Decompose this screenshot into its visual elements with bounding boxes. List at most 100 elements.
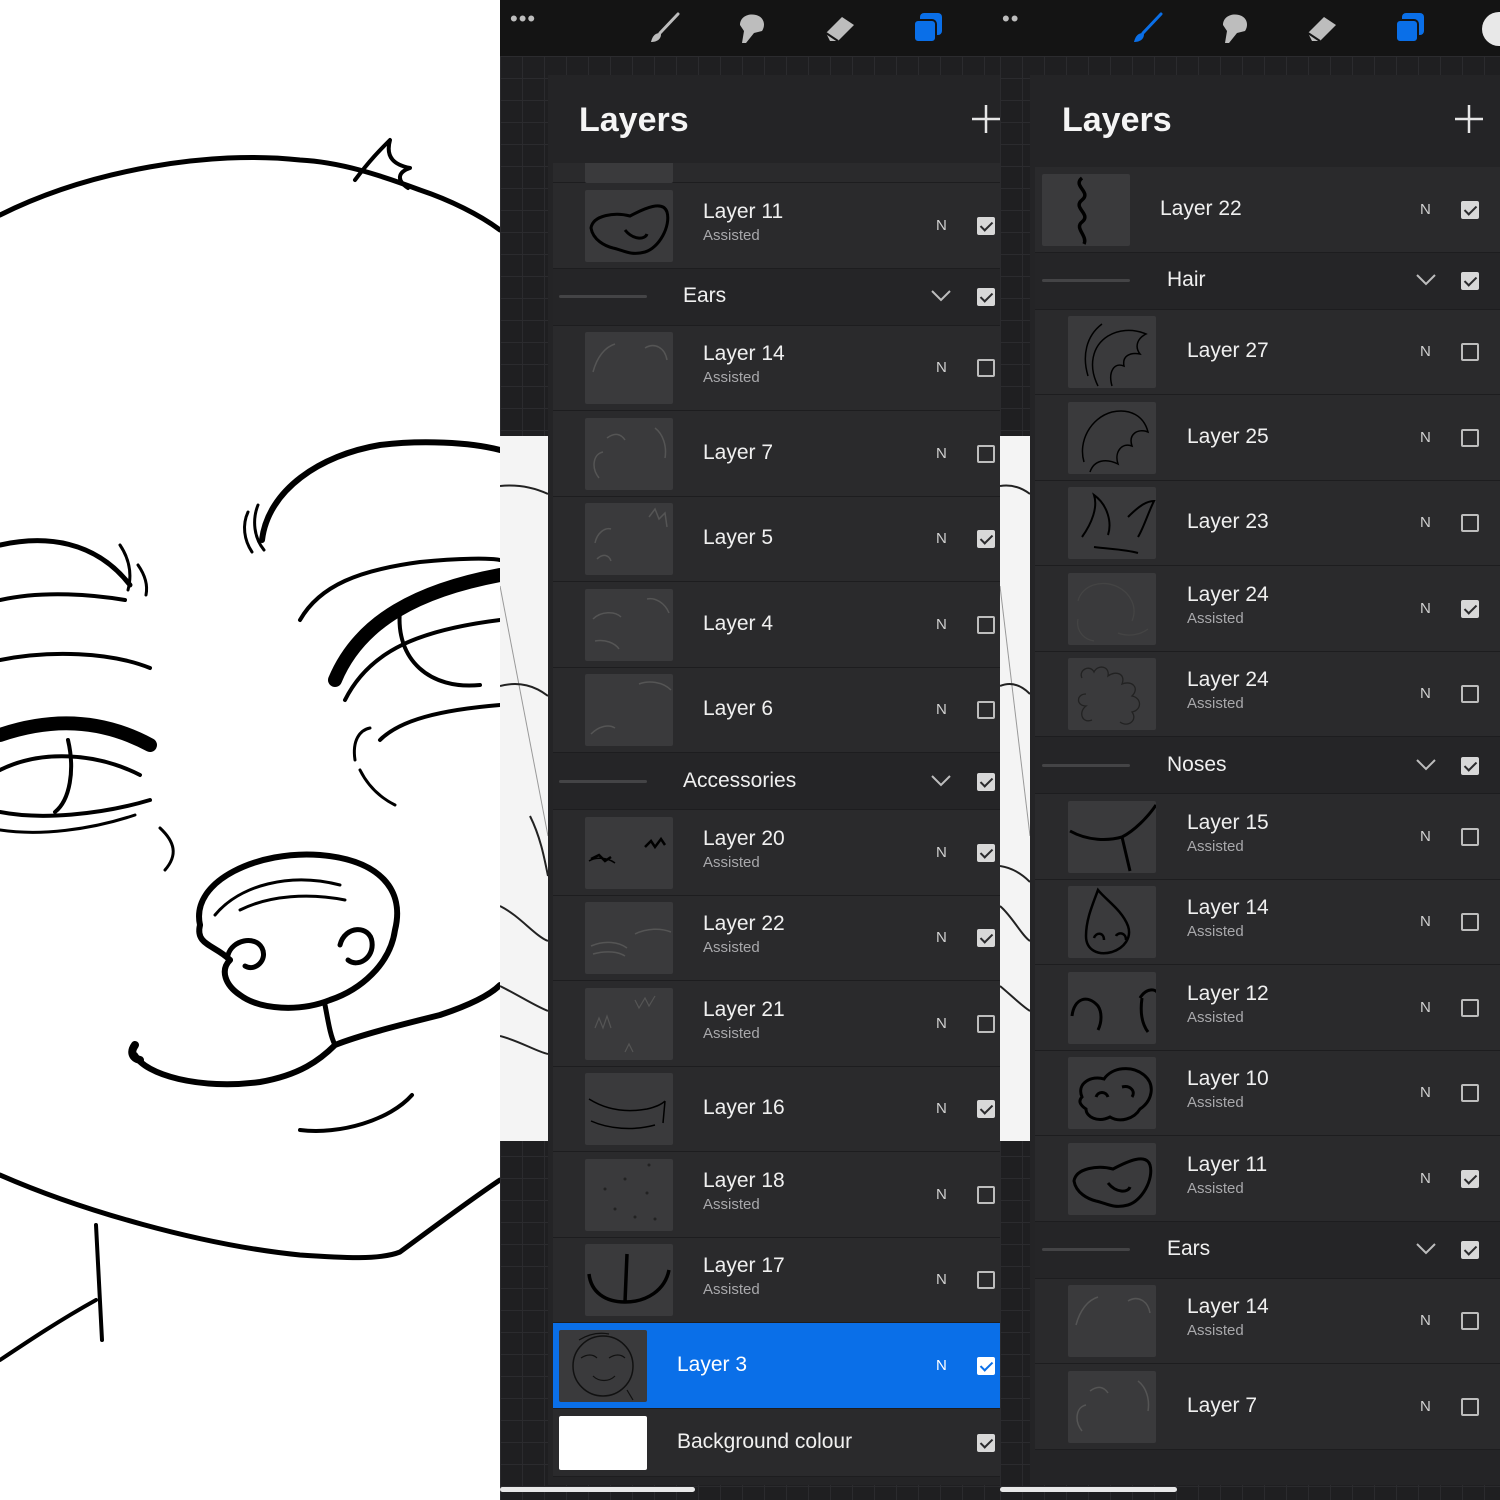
layer-visibility-checkbox-checked[interactable] xyxy=(1461,1169,1479,1188)
blend-mode-button[interactable]: N xyxy=(1420,999,1431,1016)
blend-mode-button[interactable]: N xyxy=(1420,343,1431,360)
blend-mode-button[interactable]: N xyxy=(936,701,947,718)
eraser-icon[interactable] xyxy=(1302,8,1342,48)
layer-visibility-checkbox[interactable] xyxy=(977,701,995,720)
layer-visibility-checkbox[interactable] xyxy=(1461,514,1479,533)
layer-row[interactable]: Layer 11 Assisted N xyxy=(1035,1136,1500,1222)
layer-row[interactable]: Layer 4 N xyxy=(553,582,1000,668)
layer-group-accessories[interactable]: Accessories xyxy=(553,753,1000,810)
layer-visibility-checkbox-checked[interactable] xyxy=(977,530,995,549)
layer-visibility-checkbox-checked[interactable] xyxy=(1461,1241,1479,1259)
layer-visibility-checkbox-checked[interactable] xyxy=(977,772,995,791)
layer-visibility-checkbox-checked[interactable] xyxy=(977,843,995,862)
blend-mode-button[interactable]: N xyxy=(936,530,947,547)
layer-visibility-checkbox[interactable] xyxy=(1461,428,1479,447)
layer-visibility-checkbox[interactable] xyxy=(977,359,995,378)
blend-mode-button[interactable]: N xyxy=(936,217,947,234)
layer-row[interactable]: Layer 11 Assisted N xyxy=(553,183,1000,269)
layer-visibility-checkbox-checked[interactable] xyxy=(1461,599,1479,618)
layer-row[interactable]: Layer 24 Assisted N xyxy=(1035,651,1500,737)
blend-mode-button[interactable]: N xyxy=(936,1357,947,1374)
layer-visibility-checkbox-checked[interactable] xyxy=(977,216,995,235)
layer-visibility-checkbox[interactable] xyxy=(977,444,995,463)
layer-visibility-checkbox[interactable] xyxy=(977,1185,995,1204)
layer-row[interactable]: Layer 25 N xyxy=(1035,395,1500,481)
layer-visibility-checkbox[interactable] xyxy=(1461,1397,1479,1416)
layer-row[interactable]: Layer 18 Assisted N xyxy=(553,1152,1000,1238)
layer-row[interactable]: Layer 16 N xyxy=(553,1066,1000,1152)
layer-group-ears[interactable]: Ears xyxy=(553,268,1000,326)
blend-mode-button[interactable]: N xyxy=(1420,1170,1431,1187)
blend-mode-button[interactable]: N xyxy=(936,1271,947,1288)
blend-mode-button[interactable]: N xyxy=(936,929,947,946)
layer-visibility-checkbox[interactable] xyxy=(977,615,995,634)
layer-visibility-checkbox[interactable] xyxy=(1461,913,1479,932)
layer-visibility-checkbox[interactable] xyxy=(1461,827,1479,846)
blend-mode-button[interactable]: N xyxy=(936,616,947,633)
layer-row[interactable]: Layer 7 N xyxy=(1035,1364,1500,1450)
blend-mode-button[interactable]: N xyxy=(1420,1398,1431,1415)
layer-row[interactable]: Layer 14 Assisted N xyxy=(1035,1278,1500,1364)
layer-visibility-checkbox[interactable] xyxy=(977,1014,995,1033)
smudge-icon[interactable] xyxy=(1214,8,1254,48)
layer-visibility-checkbox[interactable] xyxy=(1461,1312,1479,1331)
brush-icon[interactable] xyxy=(1128,8,1168,48)
layer-row[interactable]: Layer 14 Assisted N xyxy=(553,325,1000,411)
layer-group-ears[interactable]: Ears xyxy=(1035,1221,1500,1279)
blend-mode-button[interactable]: N xyxy=(1420,685,1431,702)
color-picker-button[interactable] xyxy=(1482,12,1500,46)
background-colour-row[interactable]: Background colour xyxy=(553,1408,1000,1477)
more-options-icon[interactable]: •• xyxy=(1002,6,1019,32)
layer-visibility-checkbox[interactable] xyxy=(1461,1084,1479,1103)
chevron-down-icon[interactable] xyxy=(1415,1242,1437,1256)
layer-visibility-checkbox[interactable] xyxy=(977,1271,995,1290)
blend-mode-button[interactable]: N xyxy=(1420,201,1431,218)
blend-mode-button[interactable]: N xyxy=(1420,913,1431,930)
layer-row[interactable]: Layer 10 Assisted N xyxy=(1035,1050,1500,1136)
layer-visibility-checkbox-checked[interactable] xyxy=(977,1433,995,1452)
layer-visibility-checkbox[interactable] xyxy=(1461,343,1479,362)
more-options-icon[interactable]: ••• xyxy=(510,6,536,32)
blend-mode-button[interactable]: N xyxy=(1420,1312,1431,1329)
layer-row[interactable]: Layer 5 N xyxy=(553,496,1000,582)
layer-visibility-checkbox[interactable] xyxy=(1461,685,1479,704)
blend-mode-button[interactable]: N xyxy=(1420,514,1431,531)
layer-row[interactable]: Layer 21 Assisted N xyxy=(553,981,1000,1067)
layer-visibility-checkbox-checked[interactable] xyxy=(977,929,995,948)
layers-icon[interactable] xyxy=(908,8,948,48)
layer-row[interactable]: Layer 7 N xyxy=(553,411,1000,497)
background-colour-swatch[interactable] xyxy=(559,1415,647,1470)
blend-mode-button[interactable]: N xyxy=(936,844,947,861)
layer-row[interactable]: Layer 27 N xyxy=(1035,309,1500,395)
blend-mode-button[interactable]: N xyxy=(936,1186,947,1203)
blend-mode-button[interactable]: N xyxy=(1420,828,1431,845)
brush-icon[interactable] xyxy=(645,8,685,48)
chevron-down-icon[interactable] xyxy=(1415,273,1437,287)
layer-row[interactable]: Layer 6 N xyxy=(553,667,1000,753)
add-layer-icon[interactable] xyxy=(1451,101,1487,137)
blend-mode-button[interactable]: N xyxy=(1420,429,1431,446)
blend-mode-button[interactable]: N xyxy=(936,359,947,376)
layer-visibility-checkbox-checked[interactable] xyxy=(1461,756,1479,775)
chevron-down-icon[interactable] xyxy=(930,774,952,788)
layer-row[interactable]: Layer 23 N xyxy=(1035,480,1500,566)
blend-mode-button[interactable]: N xyxy=(936,1100,947,1117)
layer-group-hair[interactable]: Hair xyxy=(1035,252,1500,310)
layer-visibility-checkbox-checked[interactable] xyxy=(977,1100,995,1119)
layer-row[interactable]: Layer 20 Assisted N xyxy=(553,810,1000,896)
blend-mode-button[interactable]: N xyxy=(936,445,947,462)
blend-mode-button[interactable]: N xyxy=(1420,600,1431,617)
chevron-down-icon[interactable] xyxy=(1415,758,1437,772)
layer-row[interactable]: Layer 22 N xyxy=(1035,167,1500,253)
layer-row[interactable]: Layer 17 Assisted N xyxy=(553,1237,1000,1323)
layer-group-noses[interactable]: Noses xyxy=(1035,737,1500,794)
layer-visibility-checkbox-checked[interactable] xyxy=(977,288,995,306)
layer-visibility-checkbox-checked[interactable] xyxy=(977,1356,995,1375)
smudge-icon[interactable] xyxy=(731,8,771,48)
eraser-icon[interactable] xyxy=(820,8,860,48)
layer-row[interactable]: Layer 14 Assisted N xyxy=(1035,879,1500,965)
layer-row-selected[interactable]: Layer 3 N xyxy=(553,1323,1000,1409)
layers-icon[interactable] xyxy=(1390,8,1430,48)
layer-visibility-checkbox-checked[interactable] xyxy=(1461,272,1479,290)
chevron-down-icon[interactable] xyxy=(930,289,952,303)
